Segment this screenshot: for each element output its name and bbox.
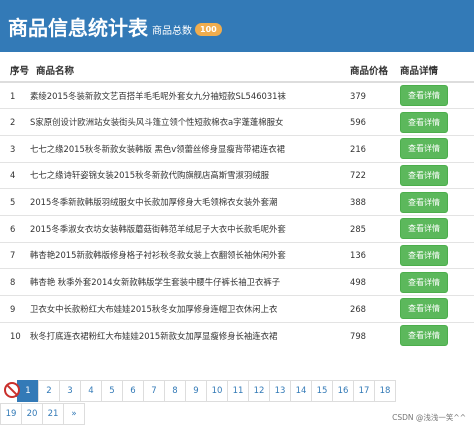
detail-cell: 查看详情	[398, 81, 474, 109]
row-index: 5	[0, 188, 28, 216]
row-index: 9	[0, 295, 28, 323]
product-name: S家原创设计欧洲站女装街头风斗篷立领个性短款棉衣a字蓬蓬棉服女	[28, 108, 350, 136]
column-header-detail: 商品详情	[398, 58, 474, 83]
page-link[interactable]: 16	[332, 380, 354, 402]
total-count-badge: 100	[195, 22, 222, 36]
page-link[interactable]: 4	[80, 380, 102, 402]
product-price: 285	[350, 214, 398, 243]
page-link[interactable]: 20	[21, 403, 43, 425]
page-link[interactable]: 5	[101, 380, 123, 402]
table-row: 2 S家原创设计欧洲站女装街头风斗篷立领个性短款棉衣a字蓬蓬棉服女 596 查看…	[0, 108, 474, 136]
view-details-button[interactable]: 查看详情	[400, 191, 448, 213]
row-index: 3	[0, 134, 28, 163]
page-link[interactable]: 17	[353, 380, 375, 402]
detail-cell: 查看详情	[398, 295, 474, 323]
view-details-button[interactable]: 查看详情	[400, 271, 448, 293]
table-row: 5 2015冬季新款韩版羽绒服女中长款加厚修身大毛领棉衣女装外套潮 388 查看…	[0, 188, 474, 216]
page-link[interactable]: 12	[248, 380, 270, 402]
page-title: 商品信息统计表	[8, 15, 148, 40]
product-name: 2015冬季淑女衣坊女装韩版蘑菇街韩范羊绒尼子大衣中长款毛呢外套	[28, 214, 350, 243]
view-details-button[interactable]: 查看详情	[400, 164, 448, 186]
table-row: 7 韩杏艳2015新款韩版修身格子衬衫秋冬款女装上衣翻领长袖休闲外套 136 查…	[0, 241, 474, 269]
page-link[interactable]: 10	[206, 380, 228, 402]
product-price: 379	[350, 81, 398, 109]
detail-cell: 查看详情	[398, 214, 474, 243]
product-price: 216	[350, 134, 398, 163]
page-link[interactable]: 18	[374, 380, 396, 402]
page-link[interactable]: 19	[0, 403, 22, 425]
product-name: 七七之缘诗轩姿锦女装2015秋冬新款代购旗舰店高斯雪淑羽绒服	[28, 161, 350, 189]
row-index: 4	[0, 161, 28, 189]
view-details-button[interactable]: 查看详情	[400, 218, 448, 240]
row-index: 10	[0, 321, 28, 349]
total-label: 商品总数	[152, 25, 192, 37]
product-price: 268	[350, 295, 398, 323]
table-row: 3 七七之缘2015秋冬新款女装韩版 黑色v领蕾丝修身显瘦背带裙连衣裙 216 …	[0, 134, 474, 163]
column-header-price: 商品价格	[350, 58, 398, 83]
product-name: 秋冬打底连衣裙粉红大布娃娃2015新款女加厚显瘦修身长袖连衣裙	[28, 321, 350, 349]
product-name: 韩杏艳2015新款韩版修身格子衬衫秋冬款女装上衣翻领长袖休闲外套	[28, 241, 350, 269]
product-name: 素绫2015冬装新款文艺百搭羊毛毛呢外套女九分袖短款SL546031袜	[28, 81, 350, 109]
column-header-index: 序号	[0, 58, 29, 83]
row-index: 2	[0, 108, 28, 136]
page-link[interactable]: 1	[17, 380, 39, 402]
product-price: 498	[350, 268, 398, 296]
page-link[interactable]: 14	[290, 380, 312, 402]
view-details-button[interactable]: 查看详情	[400, 85, 448, 107]
table-row: 9 卫衣女中长款粉红大布娃娃2015秋冬女加厚修身连帽卫衣休闲上衣 268 查看…	[0, 295, 474, 323]
detail-cell: 查看详情	[398, 134, 474, 163]
view-details-button[interactable]: 查看详情	[400, 325, 448, 347]
product-table: 序号 商品名称 商品价格 商品详情 1 素绫2015冬装新款文艺百搭羊毛毛呢外套…	[0, 58, 474, 349]
column-header-name: 商品名称	[28, 58, 350, 83]
detail-cell: 查看详情	[398, 241, 474, 269]
product-price: 798	[350, 321, 398, 349]
detail-cell: 查看详情	[398, 108, 474, 136]
view-details-button[interactable]: 查看详情	[400, 298, 448, 320]
table-row: 4 七七之缘诗轩姿锦女装2015秋冬新款代购旗舰店高斯雪淑羽绒服 722 查看详…	[0, 161, 474, 189]
detail-cell: 查看详情	[398, 321, 474, 349]
row-index: 1	[0, 81, 28, 109]
watermark: CSDN @浅浅一笑^^	[392, 413, 466, 422]
page-link[interactable]: 9	[185, 380, 207, 402]
page-link[interactable]: 7	[143, 380, 165, 402]
page-link[interactable]: 21	[42, 403, 64, 425]
row-index: 7	[0, 241, 28, 269]
no-entry-icon	[4, 382, 20, 398]
next-page-link[interactable]: »	[63, 403, 85, 425]
detail-cell: 查看详情	[398, 161, 474, 189]
pagination-row-1: 1 2 3 4 5 6 7 8 9 10 11 12 13 14 15 16 1…	[0, 380, 474, 402]
detail-cell: 查看详情	[398, 188, 474, 216]
product-price: 722	[350, 161, 398, 189]
view-details-button[interactable]: 查看详情	[400, 111, 448, 133]
product-name: 卫衣女中长款粉红大布娃娃2015秋冬女加厚修身连帽卫衣休闲上衣	[28, 295, 350, 323]
page-header: 商品信息统计表 商品总数 100	[0, 0, 474, 52]
product-price: 136	[350, 241, 398, 269]
page-link[interactable]: 13	[269, 380, 291, 402]
product-name: 韩杏艳 秋季外套2014女新款韩版学生套装中腰牛仔裤长袖卫衣裤子	[28, 268, 350, 296]
page-link[interactable]: 11	[227, 380, 249, 402]
detail-cell: 查看详情	[398, 268, 474, 296]
product-name: 七七之缘2015秋冬新款女装韩版 黑色v领蕾丝修身显瘦背带裙连衣裙	[28, 134, 350, 163]
table-header-row: 序号 商品名称 商品价格 商品详情	[0, 58, 474, 83]
page-link[interactable]: 2	[38, 380, 60, 402]
product-price: 388	[350, 188, 398, 216]
page-link[interactable]: 6	[122, 380, 144, 402]
product-price: 596	[350, 108, 398, 136]
page-link[interactable]: 3	[59, 380, 81, 402]
page-link[interactable]: 15	[311, 380, 333, 402]
view-details-button[interactable]: 查看详情	[400, 138, 448, 160]
table-row: 6 2015冬季淑女衣坊女装韩版蘑菇街韩范羊绒尼子大衣中长款毛呢外套 285 查…	[0, 214, 474, 243]
table-row: 10 秋冬打底连衣裙粉红大布娃娃2015新款女加厚显瘦修身长袖连衣裙 798 查…	[0, 321, 474, 349]
row-index: 6	[0, 214, 28, 243]
page-link[interactable]: 8	[164, 380, 186, 402]
view-details-button[interactable]: 查看详情	[400, 244, 448, 266]
table-row: 1 素绫2015冬装新款文艺百搭羊毛毛呢外套女九分袖短款SL546031袜 37…	[0, 81, 474, 109]
product-name: 2015冬季新款韩版羽绒服女中长款加厚修身大毛领棉衣女装外套潮	[28, 188, 350, 216]
row-index: 8	[0, 268, 28, 296]
table-row: 8 韩杏艳 秋季外套2014女新款韩版学生套装中腰牛仔裤长袖卫衣裤子 498 查…	[0, 268, 474, 296]
